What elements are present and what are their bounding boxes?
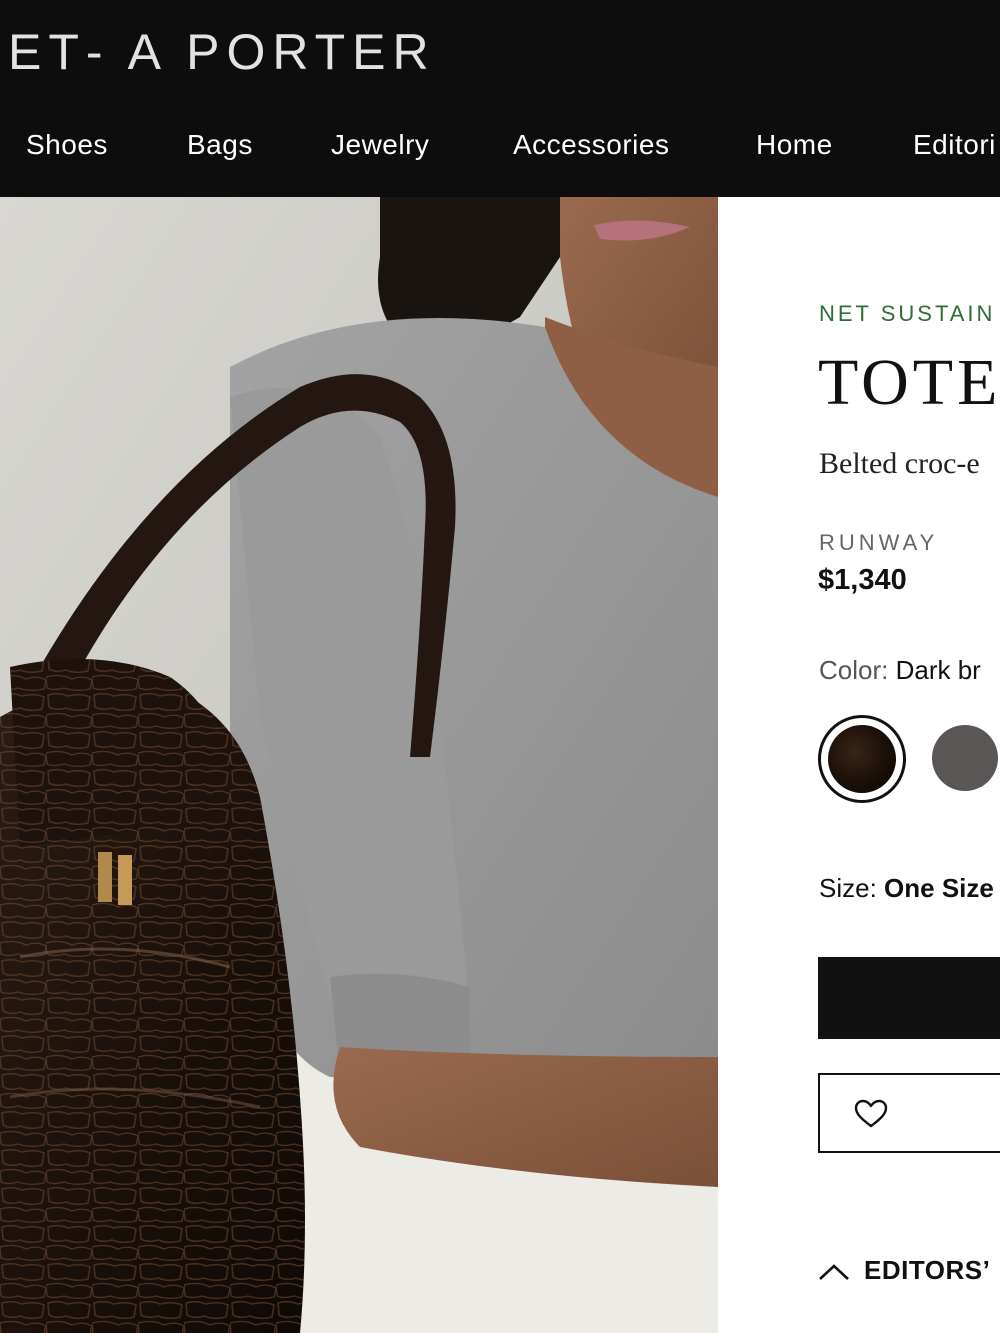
nav-item-jewelry[interactable]: Jewelry: [331, 128, 429, 162]
main-nav: Shoes Bags Jewelry Accessories Home Edit…: [0, 120, 1000, 170]
color-value: Dark br: [895, 655, 981, 685]
add-to-wishlist-button[interactable]: [818, 1073, 1000, 1153]
size-row: Size: One Size: [819, 873, 994, 904]
product-subtitle: Belted croc-e: [819, 447, 980, 480]
color-swatch-dark-brown[interactable]: [818, 715, 906, 803]
product-photo-illustration: [0, 197, 718, 1333]
heart-icon: [854, 1099, 888, 1128]
size-value: One Size: [884, 873, 994, 903]
nav-item-home[interactable]: Home: [756, 128, 833, 162]
color-row: Color: Dark br: [819, 655, 981, 686]
chevron-up-icon: [819, 1264, 849, 1281]
add-to-bag-button[interactable]: [818, 957, 1000, 1039]
product-title: TOTE: [818, 346, 1000, 419]
product-details-panel: NET SUSTAIN TOTE Belted croc-e RUNWAY $1…: [718, 197, 1000, 1333]
editors-notes-label: EDITORS’: [864, 1255, 991, 1285]
product-price: $1,340: [818, 564, 907, 596]
nav-item-shoes[interactable]: Shoes: [26, 128, 108, 162]
nav-item-editorial[interactable]: Editori: [913, 128, 996, 162]
sustainability-badge[interactable]: NET SUSTAIN: [819, 301, 995, 327]
nav-item-bags[interactable]: Bags: [187, 128, 253, 162]
swatch-fill: [828, 725, 896, 793]
runway-label: RUNWAY: [819, 530, 939, 555]
color-label: Color:: [819, 655, 889, 685]
editors-notes-toggle[interactable]: EDITORS’: [818, 1255, 990, 1286]
product-image[interactable]: [0, 197, 718, 1333]
brand-logo[interactable]: ET‑ A PORTER: [8, 22, 436, 82]
site-header: ET‑ A PORTER Shoes Bags Jewelry Accessor…: [0, 0, 1000, 197]
size-label: Size:: [819, 873, 877, 903]
nav-item-accessories[interactable]: Accessories: [513, 128, 669, 162]
color-swatch-grey[interactable]: [932, 725, 998, 791]
